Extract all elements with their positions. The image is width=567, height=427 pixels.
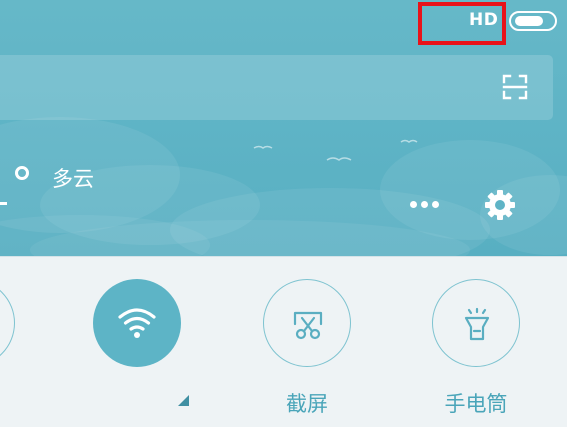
flashlight-icon [464,307,490,341]
wifi-toggle[interactable] [93,279,181,367]
screenshot-toggle[interactable] [263,279,351,367]
birds [253,139,418,161]
notification-shade: HD 多云 截屏 手电筒 [0,0,567,427]
header-panel: HD 多云 [0,0,567,256]
gear-icon[interactable] [482,187,518,223]
hd-highlight-box [418,2,506,45]
flashlight-toggle[interactable] [432,279,520,367]
weather-temp-dot [15,166,29,180]
weather-condition: 多云 [52,167,94,191]
more-icon [410,201,417,208]
search-bar[interactable] [0,55,553,120]
more-icon-dot [421,201,428,208]
scissors-icon [293,311,323,340]
wifi-icon [118,308,156,338]
screenshot-label: 截屏 [286,392,328,416]
hd-toggle-switch[interactable] [509,11,557,31]
temperature-fragment [0,202,7,205]
more-button[interactable] [408,196,442,214]
flashlight-label: 手电筒 [444,392,508,416]
toggle-knob [515,16,543,26]
scan-icon[interactable] [501,73,529,101]
more-icon-dot [432,201,439,208]
wifi-more-arrow-icon[interactable] [178,395,190,407]
